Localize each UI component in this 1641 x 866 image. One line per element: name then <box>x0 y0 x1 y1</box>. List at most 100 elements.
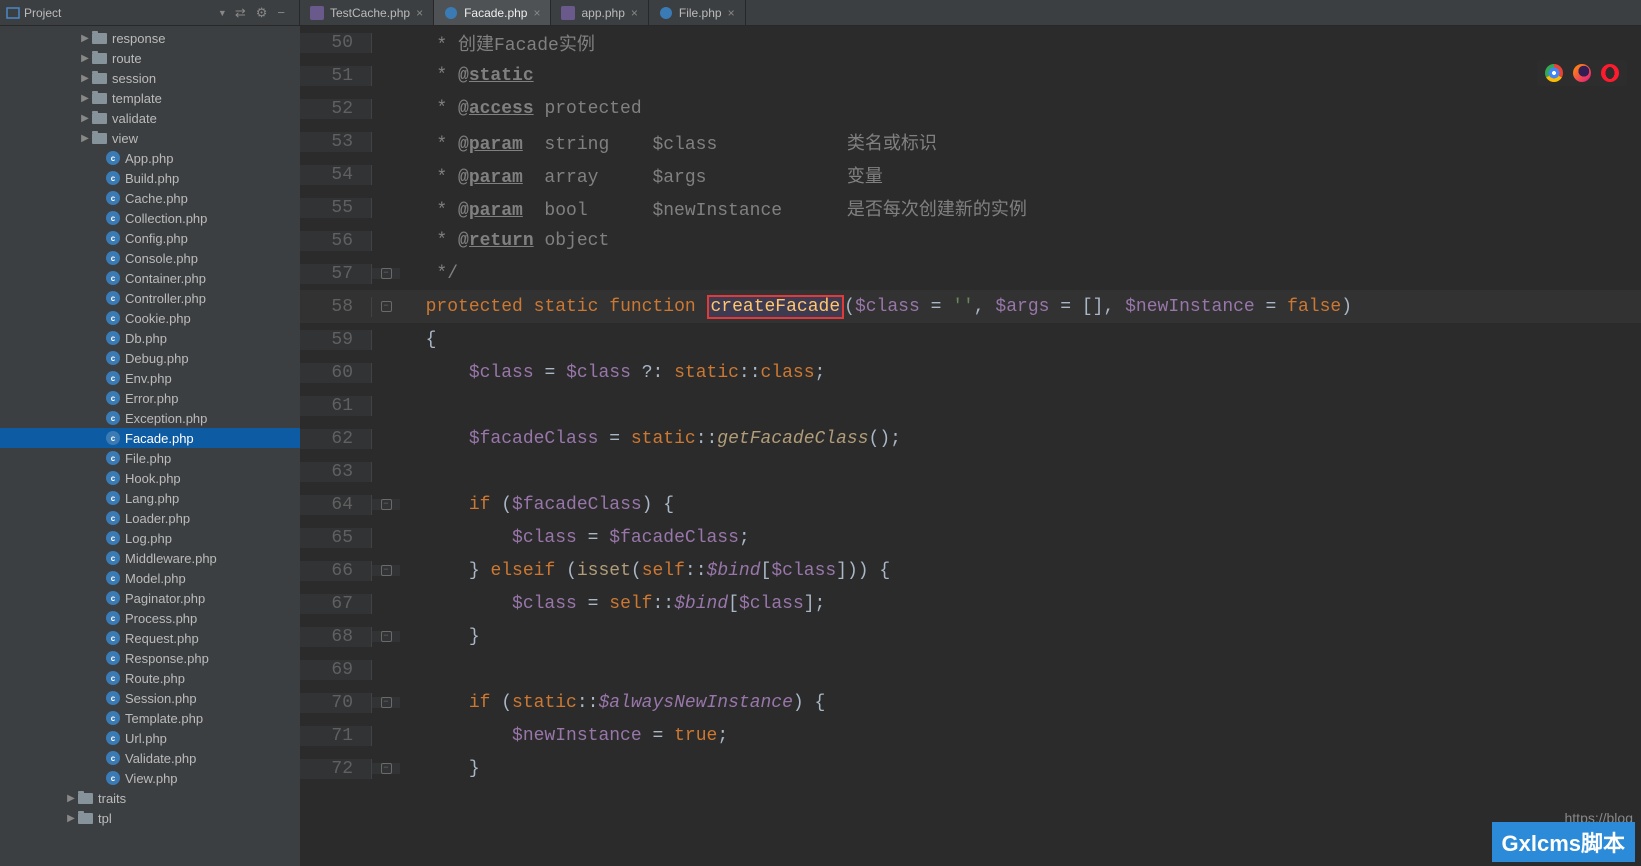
expand-icon[interactable]: ▶ <box>78 33 92 44</box>
expand-icon[interactable]: ▶ <box>78 113 92 124</box>
expand-icon[interactable]: ▶ <box>78 133 92 144</box>
gutter-mark[interactable]: − <box>372 631 400 642</box>
code-content[interactable]: * @param bool $newInstance 是否每次创建新的实例 <box>400 195 1641 221</box>
code-line[interactable]: 67 $class = self::$bind[$class]; <box>300 587 1641 620</box>
tree-file[interactable]: Console.php <box>0 248 300 268</box>
tree-file[interactable]: Route.php <box>0 668 300 688</box>
close-icon[interactable]: × <box>416 6 423 20</box>
code-content[interactable]: } <box>400 627 1641 647</box>
code-content[interactable]: * @return object <box>400 231 1641 251</box>
code-content[interactable]: $class = self::$bind[$class]; <box>400 594 1641 614</box>
tab-app[interactable]: app.php × <box>551 0 648 25</box>
code-line[interactable]: 53 * @param string $class 类名或标识 <box>300 125 1641 158</box>
code-line[interactable]: 68− } <box>300 620 1641 653</box>
tree-file[interactable]: Paginator.php <box>0 588 300 608</box>
code-content[interactable]: * @param string $class 类名或标识 <box>400 129 1641 155</box>
tree-file[interactable]: App.php <box>0 148 300 168</box>
code-line[interactable]: 50 * 创建Facade实例 <box>300 26 1641 59</box>
code-content[interactable]: } <box>400 759 1641 779</box>
tree-file[interactable]: Facade.php <box>0 428 300 448</box>
tree-file[interactable]: File.php <box>0 448 300 468</box>
tree-file[interactable]: Env.php <box>0 368 300 388</box>
code-line[interactable]: 69 <box>300 653 1641 686</box>
close-icon[interactable]: × <box>631 6 638 20</box>
expand-icon[interactable]: ▶ <box>78 73 92 84</box>
gutter-mark[interactable]: − <box>372 763 400 774</box>
code-line[interactable]: 57− */ <box>300 257 1641 290</box>
code-line[interactable]: 55 * @param bool $newInstance 是否每次创建新的实例 <box>300 191 1641 224</box>
tree-file[interactable]: Process.php <box>0 608 300 628</box>
tree-file[interactable]: Template.php <box>0 708 300 728</box>
tree-file[interactable]: Exception.php <box>0 408 300 428</box>
tree-file[interactable]: Model.php <box>0 568 300 588</box>
code-content[interactable]: $newInstance = true; <box>400 726 1641 746</box>
tree-file[interactable]: Cache.php <box>0 188 300 208</box>
chrome-icon[interactable] <box>1545 64 1563 82</box>
firefox-icon[interactable] <box>1573 64 1591 82</box>
gutter-mark[interactable]: − <box>372 499 400 510</box>
tree-file[interactable]: Debug.php <box>0 348 300 368</box>
tab-testcache[interactable]: TestCache.php × <box>300 0 434 25</box>
code-content[interactable]: protected static function createFacade($… <box>400 297 1641 317</box>
code-line[interactable]: 64− if ($facadeClass) { <box>300 488 1641 521</box>
gutter-mark[interactable]: − <box>372 565 400 576</box>
code-content[interactable]: if (static::$alwaysNewInstance) { <box>400 693 1641 713</box>
tree-file[interactable]: Response.php <box>0 648 300 668</box>
code-line[interactable]: 63 <box>300 455 1641 488</box>
opera-icon[interactable] <box>1601 64 1619 82</box>
code-line[interactable]: 61 <box>300 389 1641 422</box>
code-line[interactable]: 70− if (static::$alwaysNewInstance) { <box>300 686 1641 719</box>
code-content[interactable]: $class = $class ?: static::class; <box>400 363 1641 383</box>
tree-file[interactable]: Log.php <box>0 528 300 548</box>
tree-folder[interactable]: ▶route <box>0 48 300 68</box>
code-content[interactable]: * @access protected <box>400 99 1641 119</box>
close-icon[interactable]: × <box>533 6 540 20</box>
code-line[interactable]: 71 $newInstance = true; <box>300 719 1641 752</box>
code-line[interactable]: 66− } elseif (isset(self::$bind[$class])… <box>300 554 1641 587</box>
gutter-mark[interactable]: − <box>372 268 400 279</box>
tree-folder[interactable]: ▶response <box>0 28 300 48</box>
tab-facade[interactable]: Facade.php × <box>434 0 551 25</box>
tree-file[interactable]: Loader.php <box>0 508 300 528</box>
code-line[interactable]: 65 $class = $facadeClass; <box>300 521 1641 554</box>
expand-icon[interactable]: ▶ <box>64 793 78 804</box>
scroll-from-source-icon[interactable]: ⇄ <box>235 5 246 21</box>
project-header[interactable]: Project ▼ ⇄ ⚙ − <box>0 0 300 25</box>
settings-icon[interactable]: ⚙ <box>256 5 268 21</box>
code-line[interactable]: 56 * @return object <box>300 224 1641 257</box>
code-content[interactable]: { <box>400 330 1641 350</box>
tree-file[interactable]: View.php <box>0 768 300 788</box>
tree-file[interactable]: Cookie.php <box>0 308 300 328</box>
tree-file[interactable]: Validate.php <box>0 748 300 768</box>
tree-file[interactable]: Url.php <box>0 728 300 748</box>
tree-file[interactable]: Request.php <box>0 628 300 648</box>
tree-folder[interactable]: ▶session <box>0 68 300 88</box>
code-line[interactable]: 54 * @param array $args 变量 <box>300 158 1641 191</box>
code-content[interactable]: $facadeClass = static::getFacadeClass(); <box>400 429 1641 449</box>
code-content[interactable]: * @param array $args 变量 <box>400 162 1641 188</box>
collapse-icon[interactable]: − <box>277 5 285 20</box>
tree-file[interactable]: Session.php <box>0 688 300 708</box>
code-line[interactable]: 52 * @access protected <box>300 92 1641 125</box>
tree-file[interactable]: Container.php <box>0 268 300 288</box>
code-content[interactable]: $class = $facadeClass; <box>400 528 1641 548</box>
close-icon[interactable]: × <box>728 6 735 20</box>
tree-file[interactable]: Lang.php <box>0 488 300 508</box>
gutter-mark[interactable]: − <box>372 301 400 312</box>
tree-folder[interactable]: ▶template <box>0 88 300 108</box>
code-content[interactable]: if ($facadeClass) { <box>400 495 1641 515</box>
expand-icon[interactable]: ▶ <box>64 813 78 824</box>
tab-file[interactable]: File.php × <box>649 0 746 25</box>
code-content[interactable]: */ <box>400 264 1641 284</box>
gutter-mark[interactable]: − <box>372 697 400 708</box>
code-line[interactable]: 62 $facadeClass = static::getFacadeClass… <box>300 422 1641 455</box>
project-tree[interactable]: ▶response▶route▶session▶template▶validat… <box>0 26 300 866</box>
tree-folder[interactable]: ▶traits <box>0 788 300 808</box>
tree-file[interactable]: Config.php <box>0 228 300 248</box>
tree-file[interactable]: Build.php <box>0 168 300 188</box>
expand-icon[interactable]: ▶ <box>78 53 92 64</box>
code-line[interactable]: 60 $class = $class ?: static::class; <box>300 356 1641 389</box>
code-line[interactable]: 58− protected static function createFaca… <box>300 290 1641 323</box>
tree-folder[interactable]: ▶validate <box>0 108 300 128</box>
tree-file[interactable]: Hook.php <box>0 468 300 488</box>
